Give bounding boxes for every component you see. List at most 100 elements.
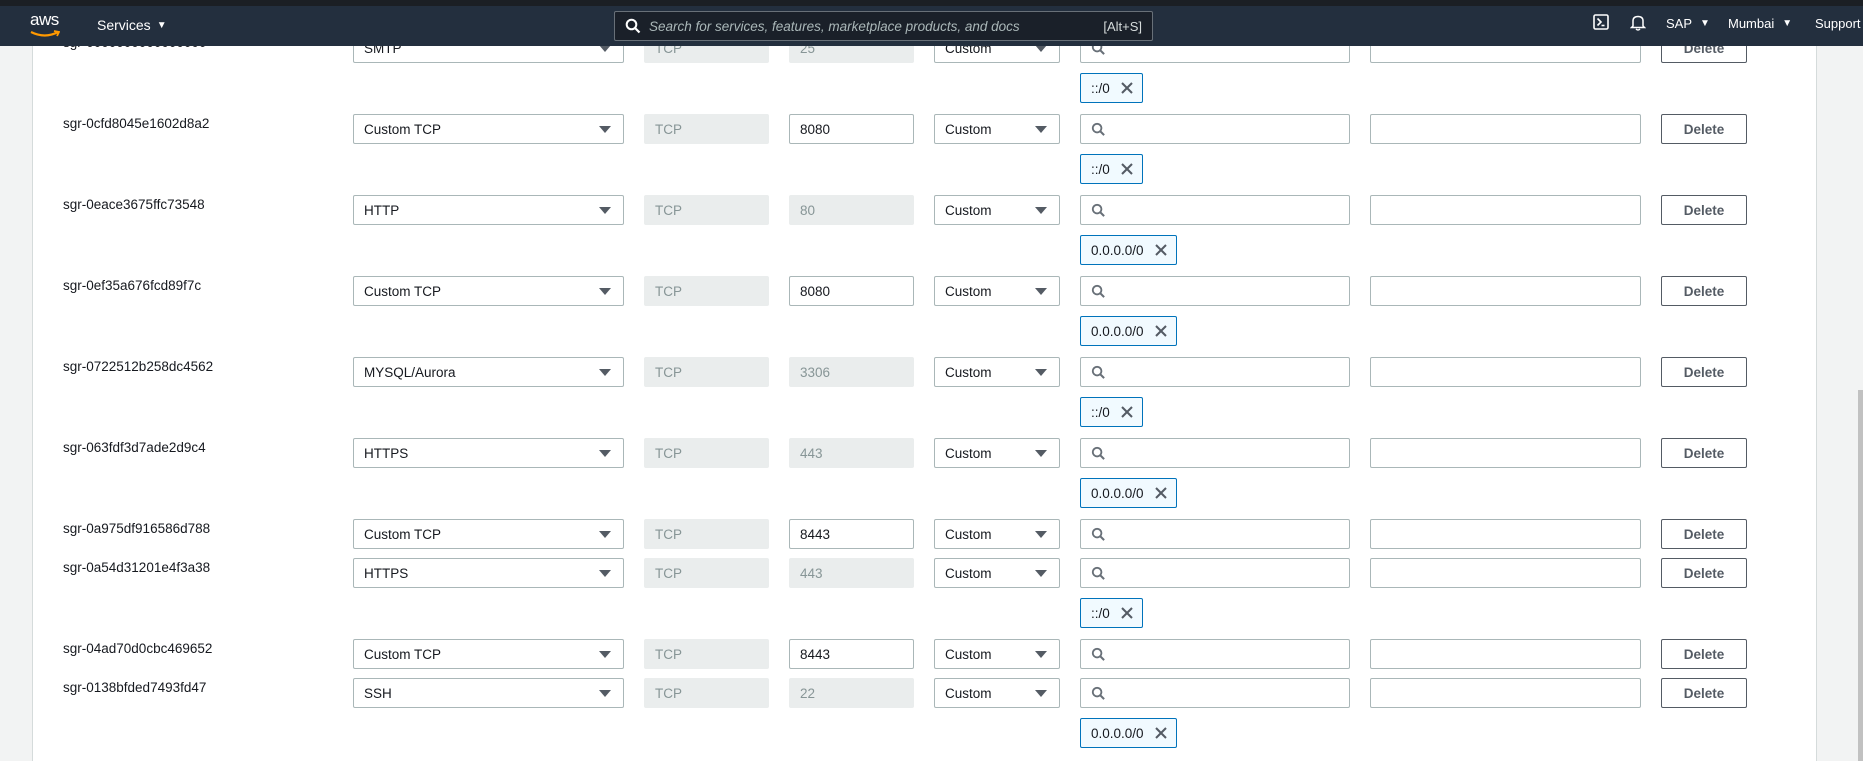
rule-type-select[interactable]: HTTPS — [353, 438, 624, 468]
close-icon[interactable] — [1120, 606, 1134, 620]
cidr-token-label: 0.0.0.0/0 — [1091, 725, 1144, 741]
close-icon[interactable] — [1154, 243, 1168, 257]
caret-down-icon — [599, 206, 611, 214]
source-type-select[interactable]: Custom — [934, 519, 1060, 549]
notifications-button[interactable] — [1630, 14, 1646, 31]
support-menu-button[interactable]: Support — [1815, 16, 1861, 31]
delete-rule-button[interactable]: Delete — [1661, 276, 1747, 306]
caret-down-icon — [1035, 125, 1047, 133]
source-type-value: Custom — [945, 121, 992, 137]
aws-logo[interactable]: aws — [30, 10, 64, 40]
delete-rule-button[interactable]: Delete — [1661, 46, 1747, 63]
description-input[interactable] — [1370, 195, 1641, 225]
source-type-select[interactable]: Custom — [934, 678, 1060, 708]
close-icon[interactable] — [1154, 324, 1168, 338]
delete-rule-button[interactable]: Delete — [1661, 114, 1747, 144]
cloudshell-icon — [1593, 14, 1609, 30]
source-type-select[interactable]: Custom — [934, 276, 1060, 306]
description-input[interactable] — [1370, 558, 1641, 588]
rule-id: sgr-063fdf3d7ade2d9c4 — [63, 440, 206, 455]
source-search-input[interactable] — [1080, 678, 1350, 708]
services-menu-button[interactable]: Services ▼ — [97, 17, 167, 33]
rule-type-select[interactable]: Custom TCP — [353, 519, 624, 549]
protocol-field: TCP — [644, 519, 769, 549]
description-input[interactable] — [1370, 276, 1641, 306]
source-type-select[interactable]: Custom — [934, 357, 1060, 387]
description-input[interactable] — [1370, 438, 1641, 468]
delete-rule-button[interactable]: Delete — [1661, 678, 1747, 708]
delete-rule-button[interactable]: Delete — [1661, 438, 1747, 468]
caret-down-icon: ▼ — [156, 19, 167, 31]
global-search-input[interactable] — [641, 18, 1104, 34]
rule-type-select[interactable]: Custom TCP — [353, 114, 624, 144]
rule-id: sgr-0cfd8045e1602d8a2 — [63, 116, 210, 131]
source-search-input[interactable] — [1080, 276, 1350, 306]
global-search-box[interactable]: [Alt+S] — [614, 11, 1153, 41]
protocol-field: TCP — [644, 276, 769, 306]
search-icon — [1091, 46, 1105, 55]
port-range-input[interactable]: 8443 — [789, 519, 914, 549]
rule-type-value: Custom TCP — [364, 646, 442, 662]
source-search-input[interactable] — [1080, 195, 1350, 225]
delete-rule-button[interactable]: Delete — [1661, 357, 1747, 387]
rule-id: sgr-0eace3675ffc73548 — [63, 197, 205, 212]
bell-icon — [1630, 15, 1646, 31]
port-range-value: 8443 — [800, 646, 831, 662]
description-input[interactable] — [1370, 519, 1641, 549]
delete-rule-button[interactable]: Delete — [1661, 639, 1747, 669]
rule-type-select[interactable]: HTTP — [353, 195, 624, 225]
protocol-value: TCP — [655, 121, 682, 137]
source-type-select[interactable]: Custom — [934, 195, 1060, 225]
rule-type-select[interactable]: Custom TCP — [353, 276, 624, 306]
delete-rule-button[interactable]: Delete — [1661, 558, 1747, 588]
scrollbar-thumb[interactable] — [1858, 390, 1863, 761]
close-icon[interactable] — [1120, 405, 1134, 419]
close-icon[interactable] — [1154, 486, 1168, 500]
cidr-token: ::/0 — [1080, 397, 1143, 427]
delete-rule-button[interactable]: Delete — [1661, 519, 1747, 549]
description-input[interactable] — [1370, 46, 1641, 63]
description-input[interactable] — [1370, 678, 1641, 708]
region-menu-button[interactable]: Mumbai ▼ — [1728, 16, 1792, 31]
rule-type-select[interactable]: MYSQL/Aurora — [353, 357, 624, 387]
source-search-input[interactable] — [1080, 114, 1350, 144]
rule-type-select[interactable]: SSH — [353, 678, 624, 708]
source-type-select[interactable]: Custom — [934, 438, 1060, 468]
source-search-input[interactable] — [1080, 558, 1350, 588]
source-type-select[interactable]: Custom — [934, 558, 1060, 588]
port-range-value: 80 — [800, 202, 816, 218]
caret-down-icon — [1035, 206, 1047, 214]
source-type-select[interactable]: Custom — [934, 114, 1060, 144]
source-search-input[interactable] — [1080, 46, 1350, 63]
port-range-input[interactable]: 8080 — [789, 114, 914, 144]
port-range-field: 80 — [789, 195, 914, 225]
close-icon[interactable] — [1154, 726, 1168, 740]
rule-type-select[interactable]: SMTP — [353, 46, 624, 63]
protocol-field: TCP — [644, 678, 769, 708]
close-icon[interactable] — [1120, 162, 1134, 176]
rule-type-value: MYSQL/Aurora — [364, 364, 456, 380]
rule-type-select[interactable]: Custom TCP — [353, 639, 624, 669]
source-search-input[interactable] — [1080, 357, 1350, 387]
source-type-select[interactable]: Custom — [934, 639, 1060, 669]
port-range-input[interactable]: 8080 — [789, 276, 914, 306]
cidr-token-label: ::/0 — [1091, 161, 1110, 177]
source-search-input[interactable] — [1080, 519, 1350, 549]
description-input[interactable] — [1370, 114, 1641, 144]
caret-down-icon — [1035, 287, 1047, 295]
port-range-input[interactable]: 8443 — [789, 639, 914, 669]
source-type-select[interactable]: Custom — [934, 46, 1060, 63]
description-input[interactable] — [1370, 639, 1641, 669]
source-search-input[interactable] — [1080, 438, 1350, 468]
caret-down-icon — [1035, 449, 1047, 457]
caret-down-icon: ▼ — [1782, 18, 1793, 29]
account-menu-button[interactable]: SAP ▼ — [1666, 16, 1710, 31]
source-search-input[interactable] — [1080, 639, 1350, 669]
cloudshell-button[interactable] — [1593, 14, 1609, 30]
close-icon[interactable] — [1120, 81, 1134, 95]
description-input[interactable] — [1370, 357, 1641, 387]
cidr-token: 0.0.0.0/0 — [1080, 478, 1177, 508]
cidr-token-label: ::/0 — [1091, 605, 1110, 621]
rule-type-select[interactable]: HTTPS — [353, 558, 624, 588]
delete-rule-button[interactable]: Delete — [1661, 195, 1747, 225]
